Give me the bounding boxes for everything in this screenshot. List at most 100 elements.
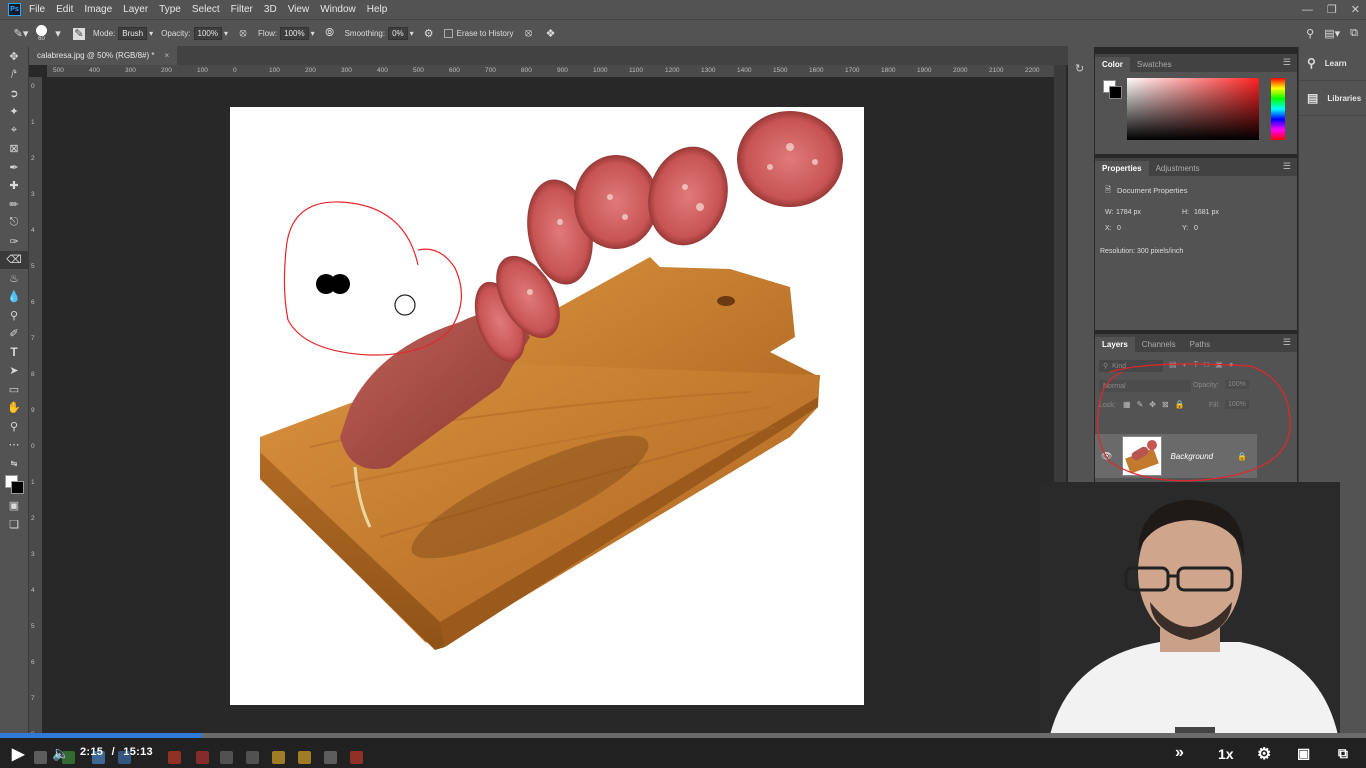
libraries-button[interactable]: ▤ Libraries xyxy=(1299,81,1366,116)
document-canvas[interactable] xyxy=(230,107,864,705)
filter-type-icon[interactable]: T xyxy=(1193,360,1198,369)
zoom-tool-icon[interactable]: ⚲ xyxy=(0,417,28,436)
move-tool-icon[interactable]: ✥ xyxy=(0,47,28,66)
chevron-down-icon[interactable]: ▾ xyxy=(224,29,228,38)
tab-properties[interactable]: Properties xyxy=(1095,161,1149,176)
flow-field[interactable]: 100% xyxy=(280,27,309,40)
symmetry-icon[interactable]: ❖ xyxy=(544,27,558,41)
chevron-down-icon[interactable]: ▾ xyxy=(311,29,315,38)
filter-adjustment-icon[interactable]: ◐ xyxy=(1183,360,1188,369)
pen-tool-icon[interactable]: ✐ xyxy=(0,325,28,344)
menu-help[interactable]: Help xyxy=(367,4,388,15)
menu-type[interactable]: Type xyxy=(159,4,181,15)
tab-paths[interactable]: Paths xyxy=(1183,337,1217,352)
learn-button[interactable]: ⚲ Learn xyxy=(1299,46,1366,81)
opacity-field[interactable]: 100% xyxy=(193,27,222,40)
blend-mode-select[interactable]: Normal xyxy=(1099,380,1191,392)
close-document-icon[interactable]: × xyxy=(165,51,170,60)
more-tools-icon[interactable]: ⋯ xyxy=(0,436,28,455)
menu-select[interactable]: Select xyxy=(192,4,220,15)
menu-image[interactable]: Image xyxy=(84,4,112,15)
panel-menu-icon[interactable]: ☰ xyxy=(1283,161,1291,172)
brush-tool-icon[interactable]: ✏ xyxy=(0,195,28,214)
skip-forward-icon[interactable]: » xyxy=(1175,744,1184,762)
lock-position-icon[interactable]: ✥ xyxy=(1149,400,1156,409)
menu-view[interactable]: View xyxy=(288,4,310,15)
close-icon[interactable]: ✕ xyxy=(1351,3,1360,16)
tab-layers[interactable]: Layers xyxy=(1095,337,1135,352)
hand-tool-icon[interactable]: ✋ xyxy=(0,399,28,418)
tab-swatches[interactable]: Swatches xyxy=(1130,57,1179,72)
mode-select[interactable]: Brush xyxy=(118,27,148,40)
share-icon[interactable]: ⧉ xyxy=(1350,27,1358,40)
blur-tool-icon[interactable]: 💧 xyxy=(0,288,28,307)
background-color-swatch[interactable] xyxy=(11,480,24,494)
crop-tool-icon[interactable]: ⌖ xyxy=(0,121,28,140)
chevron-down-icon[interactable]: ▾ xyxy=(410,29,414,38)
pressure-size-icon[interactable]: ⦻ xyxy=(522,27,536,41)
panel-menu-icon[interactable]: ☰ xyxy=(1283,57,1291,68)
eyedropper-tool-icon[interactable]: ✒ xyxy=(0,158,28,177)
gear-icon[interactable]: ⚙ xyxy=(422,27,436,41)
y-value[interactable]: 0 xyxy=(1194,225,1198,232)
layer-row[interactable]: 👁 Background 🔒 xyxy=(1095,434,1257,478)
screen-mode-icon[interactable]: ❏ xyxy=(0,515,28,534)
brush-size-picker[interactable]: 60 xyxy=(36,25,47,42)
erase-history-checkbox[interactable] xyxy=(443,29,453,38)
volume-icon[interactable]: 🔈 xyxy=(52,745,69,762)
healing-brush-tool-icon[interactable]: ✚ xyxy=(0,177,28,196)
lock-all-icon[interactable]: 🔒 xyxy=(1175,400,1185,409)
menu-3d[interactable]: 3D xyxy=(264,4,277,15)
lock-image-icon[interactable]: ✎ xyxy=(1137,400,1144,409)
chevron-down-icon[interactable]: ▾ xyxy=(149,29,153,38)
quick-select-tool-icon[interactable]: ✦ xyxy=(0,103,28,122)
document-tab[interactable]: calabresa.jpg @ 50% (RGB/8#) * × xyxy=(29,46,178,65)
filter-pixel-icon[interactable]: ▤ xyxy=(1169,360,1177,369)
exit-fullscreen-icon[interactable]: ⧉ xyxy=(1338,745,1348,762)
lock-artboard-icon[interactable]: ⊠ xyxy=(1162,400,1169,409)
menu-file[interactable]: File xyxy=(29,4,45,15)
filter-smart-icon[interactable]: ▣ xyxy=(1215,360,1223,369)
history-brush-tool-icon[interactable]: ✑ xyxy=(0,232,28,251)
hue-slider[interactable] xyxy=(1271,78,1285,140)
rectangle-tool-icon[interactable]: ▭ xyxy=(0,380,28,399)
menu-layer[interactable]: Layer xyxy=(123,4,148,15)
paint-bucket-tool-icon[interactable]: ♨ xyxy=(0,269,28,288)
quick-mask-icon[interactable]: ▣ xyxy=(0,497,28,516)
minimize-icon[interactable]: — xyxy=(1302,4,1313,16)
settings-gear-icon[interactable]: ⚙ xyxy=(1257,744,1271,764)
pressure-opacity-icon[interactable]: ⦻ xyxy=(236,27,250,41)
marquee-tool-icon[interactable]: ⭚ xyxy=(0,66,28,85)
menu-edit[interactable]: Edit xyxy=(56,4,73,15)
eraser-tool-icon[interactable]: ⌫ xyxy=(0,250,28,269)
restore-icon[interactable]: ❐ xyxy=(1327,3,1337,16)
tab-adjustments[interactable]: Adjustments xyxy=(1149,161,1207,176)
layer-filter-input[interactable]: ⚲ Kind xyxy=(1099,360,1163,372)
lasso-tool-icon[interactable]: ➲ xyxy=(0,84,28,103)
path-selection-tool-icon[interactable]: ➤ xyxy=(0,362,28,381)
frame-tool-icon[interactable]: ⊠ xyxy=(0,140,28,159)
swap-colors-icon[interactable]: ↹ xyxy=(0,454,28,473)
search-icon[interactable]: ⚲ xyxy=(1306,27,1314,40)
filter-toggle-icon[interactable]: ● xyxy=(1229,360,1234,369)
playback-speed-button[interactable]: 1x xyxy=(1218,746,1234,762)
play-icon[interactable]: ▶ xyxy=(12,744,24,764)
width-value[interactable]: 1784 px xyxy=(1116,209,1141,216)
filter-shape-icon[interactable]: □ xyxy=(1204,360,1209,369)
color-field[interactable] xyxy=(1127,78,1259,140)
tab-color[interactable]: Color xyxy=(1095,57,1130,72)
layer-opacity-field[interactable]: 100% xyxy=(1225,380,1249,389)
menu-filter[interactable]: Filter xyxy=(231,4,253,15)
background-color-swatch[interactable] xyxy=(1109,86,1122,99)
workspace-icon[interactable]: ▤▾ xyxy=(1324,27,1340,40)
chevron-down-icon[interactable]: ▾ xyxy=(51,27,65,41)
airbrush-icon[interactable]: ⦾ xyxy=(323,27,337,41)
type-tool-icon[interactable]: T xyxy=(0,343,28,362)
clone-stamp-tool-icon[interactable]: ⎋ xyxy=(0,214,28,233)
menu-window[interactable]: Window xyxy=(320,4,356,15)
color-swatches[interactable] xyxy=(0,473,28,497)
smoothing-field[interactable]: 0% xyxy=(388,27,408,40)
history-panel-icon[interactable]: ↻ xyxy=(1075,62,1094,75)
x-value[interactable]: 0 xyxy=(1117,225,1121,232)
height-value[interactable]: 1681 px xyxy=(1194,209,1219,216)
